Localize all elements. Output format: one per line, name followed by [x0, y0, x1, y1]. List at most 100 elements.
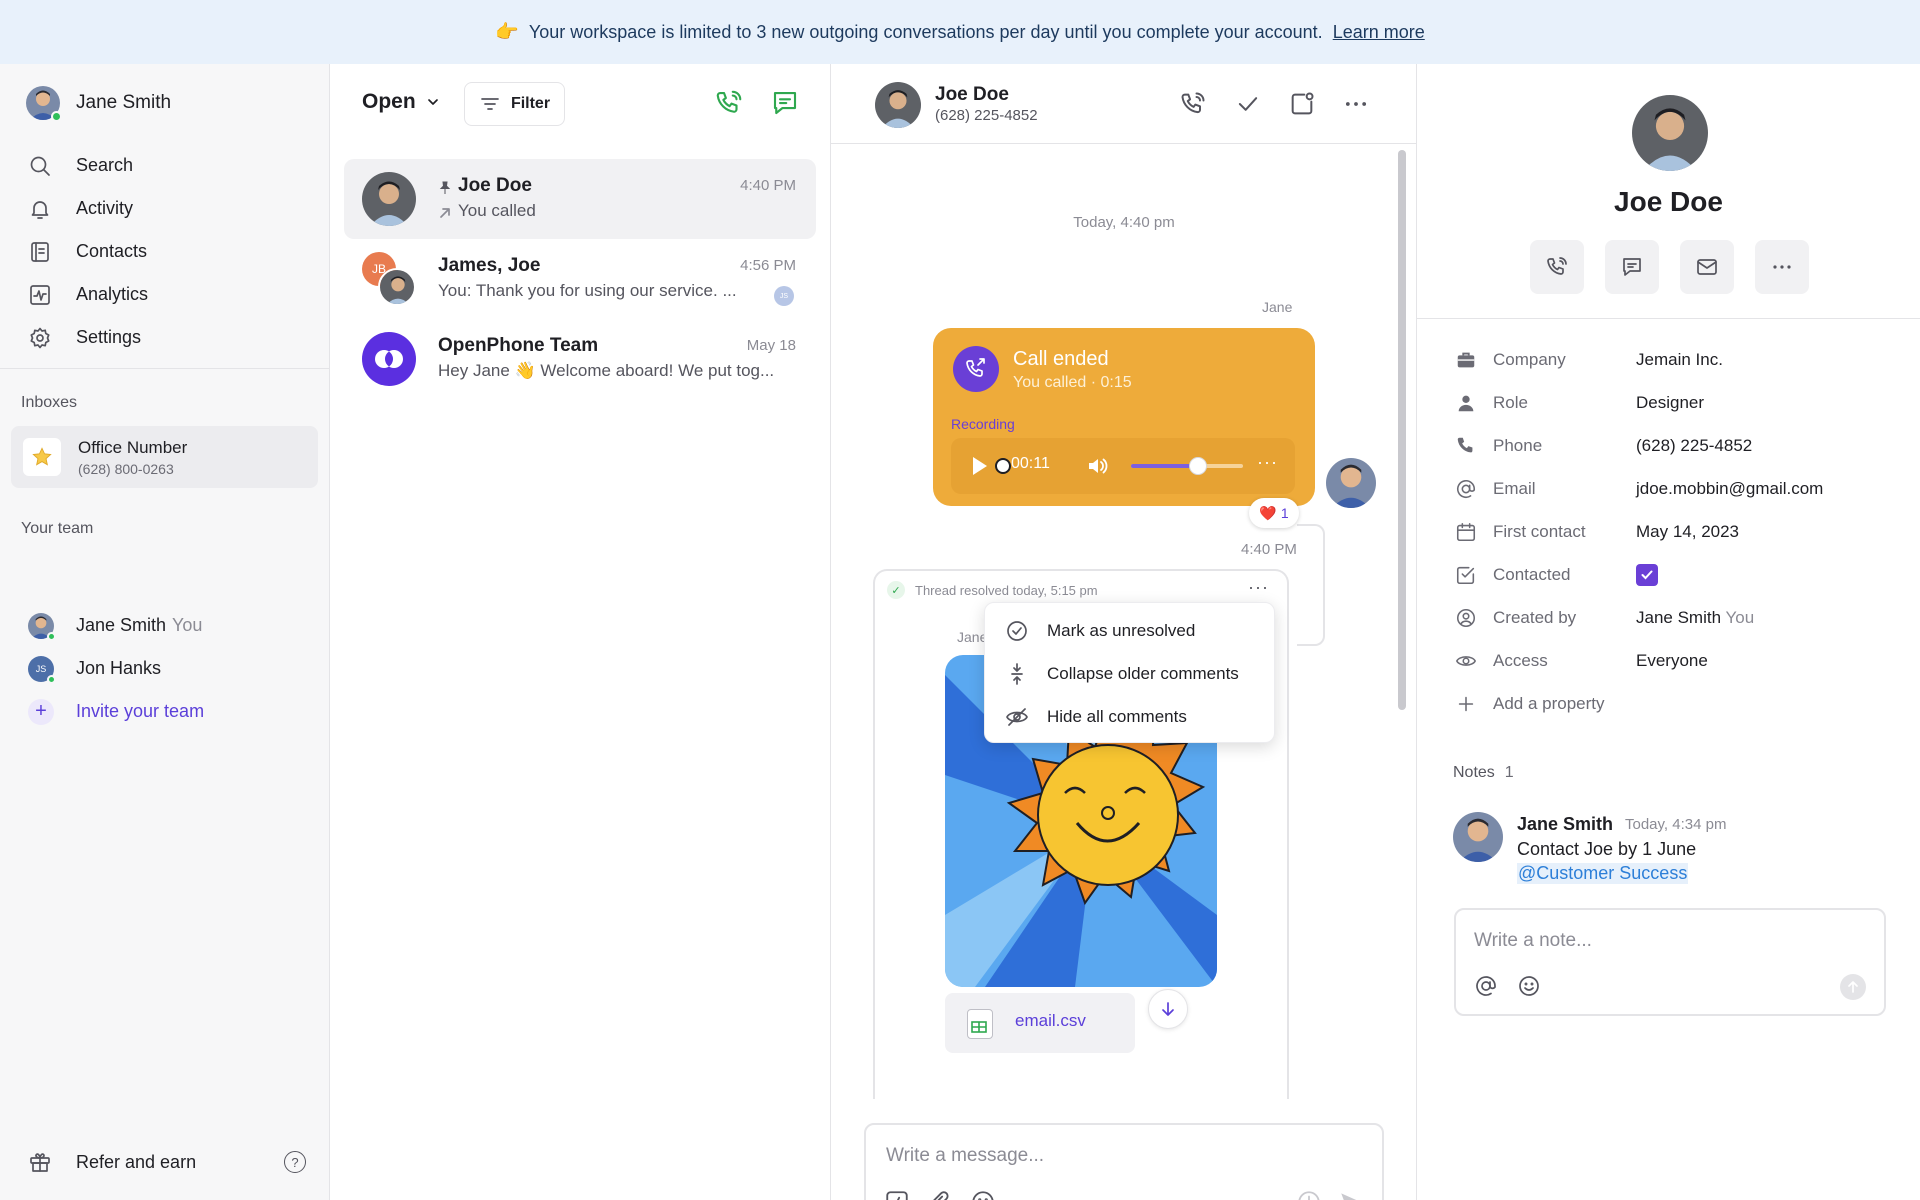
notes-header: Notes 1	[1453, 764, 1514, 782]
conversation-name: OpenPhone Team	[438, 335, 599, 356]
more-options-icon[interactable]	[1342, 90, 1370, 118]
chat-scrollbar[interactable]	[1398, 150, 1406, 710]
property-email[interactable]: Email jdoe.mobbin@gmail.com	[1455, 467, 1823, 510]
your-team-label: Your team	[21, 520, 94, 537]
day-separator: Today, 4:40 pm	[1073, 214, 1175, 231]
thread-connector	[1297, 524, 1325, 646]
filter-label: Filter	[510, 95, 551, 112]
note-input[interactable]: Write a note...	[1474, 930, 1592, 952]
resolved-check-icon: ✓	[887, 581, 905, 599]
avatar	[1453, 812, 1503, 862]
property-company[interactable]: Company Jemain Inc.	[1455, 338, 1823, 381]
sidebar-item-contacts[interactable]: Contacts	[28, 230, 148, 273]
sidebar-item-analytics[interactable]: Analytics	[28, 273, 148, 316]
avatar-initials: JS	[779, 292, 789, 300]
phone-icon	[1545, 255, 1569, 279]
note-mention[interactable]: @Customer Success	[1517, 863, 1689, 884]
refer-and-earn[interactable]: Refer and earn ?	[28, 1150, 306, 1174]
mark-unresolved-item[interactable]: Mark as unresolved	[985, 609, 1274, 652]
contact-panel: Joe Doe Company Jemain Inc. Role Designe…	[1417, 64, 1920, 1200]
volume-slider-fill	[1131, 464, 1199, 468]
call-button[interactable]	[1530, 240, 1584, 294]
property-role[interactable]: Role Designer	[1455, 381, 1823, 424]
property-access[interactable]: Access Everyone	[1455, 639, 1823, 682]
current-user[interactable]: Jane Smith	[26, 86, 171, 122]
hide-comments-item[interactable]: Hide all comments	[985, 695, 1274, 738]
snippet-icon[interactable]	[884, 1189, 910, 1200]
property-first-contact[interactable]: First contact May 14, 2023	[1455, 510, 1823, 553]
call-icon[interactable]	[1179, 90, 1207, 118]
conversation-list: Open Filter Joe Doe 4:40 PM You called J…	[330, 64, 831, 1200]
team-member-jon-hanks[interactable]: JS Jon Hanks	[28, 647, 204, 690]
sidebar-item-search[interactable]: Search	[28, 144, 148, 187]
file-attachment[interactable]: email.csv	[945, 993, 1135, 1053]
chat-bubble-icon	[1620, 255, 1644, 279]
send-icon[interactable]	[1338, 1189, 1364, 1200]
volume-knob[interactable]	[1189, 457, 1208, 475]
seek-knob[interactable]	[995, 458, 1011, 474]
property-created-by[interactable]: Created by Jane Smith You	[1455, 596, 1823, 639]
snooze-icon[interactable]	[1288, 90, 1316, 118]
more-button[interactable]	[1755, 240, 1809, 294]
emoji-icon[interactable]	[1517, 974, 1541, 998]
message-input[interactable]: Write a message...	[886, 1145, 1044, 1167]
you-tag: You	[172, 615, 203, 635]
person-icon	[1455, 392, 1477, 414]
submit-note-icon[interactable]	[1840, 974, 1866, 1000]
message-time: 4:40 PM	[1241, 541, 1297, 558]
reaction-badge[interactable]: ❤️ 1	[1249, 498, 1299, 528]
thread-more-icon[interactable]: ···	[1248, 577, 1269, 598]
scroll-down-button[interactable]	[1148, 989, 1188, 1029]
conversation-preview: You called	[458, 201, 536, 220]
reaction-count: 1	[1280, 505, 1289, 521]
pin-icon	[438, 181, 452, 195]
emoji-icon[interactable]	[970, 1189, 996, 1200]
conversation-time: 4:56 PM	[740, 257, 796, 274]
contacts-book-icon	[28, 240, 52, 264]
volume-slider[interactable]	[1131, 457, 1243, 475]
property-contacted[interactable]: Contacted	[1455, 553, 1823, 596]
mark-done-icon[interactable]	[1234, 90, 1262, 118]
play-icon[interactable]	[967, 454, 991, 478]
player-more-icon[interactable]: ···	[1257, 452, 1278, 473]
envelope-icon	[1695, 255, 1719, 279]
conversation-row[interactable]: OpenPhone Team May 18 Hey Jane 👋 Welcome…	[344, 319, 816, 399]
note-composer[interactable]: Write a note...	[1454, 908, 1886, 1016]
conversation-row[interactable]: Joe Doe 4:40 PM You called	[344, 159, 816, 239]
message-composer[interactable]: Write a message...	[864, 1123, 1384, 1200]
invite-team-button[interactable]: + Invite your team	[28, 690, 204, 733]
note-text: Contact Joe by 1 June	[1517, 839, 1697, 859]
collapse-icon	[1005, 662, 1029, 686]
schedule-icon[interactable]	[1296, 1189, 1322, 1200]
mention-icon[interactable]	[1474, 974, 1498, 998]
conversation-name: James, Joe	[438, 255, 541, 276]
outgoing-arrow-icon	[438, 206, 452, 220]
property-label: Contacted	[1493, 564, 1571, 584]
sidebar-item-settings[interactable]: Settings	[28, 316, 148, 359]
new-call-icon[interactable]	[714, 88, 744, 118]
message-button[interactable]	[1605, 240, 1659, 294]
help-icon[interactable]: ?	[284, 1151, 306, 1173]
learn-more-link[interactable]: Learn more	[1333, 22, 1425, 43]
inbox-office-number[interactable]: Office Number (628) 800-0263	[11, 426, 318, 488]
conversation-row[interactable]: JB James, Joe 4:56 PM You: Thank you for…	[344, 239, 816, 319]
sidebar-item-label: Contacts	[76, 241, 148, 261]
filter-button[interactable]: Filter	[464, 82, 565, 126]
status-dropdown[interactable]: Open	[362, 90, 440, 114]
note-time: Today, 4:34 pm	[1625, 816, 1727, 833]
volume-icon[interactable]	[1085, 454, 1109, 478]
team-member-jane-smith[interactable]: Jane Smith You	[28, 604, 204, 647]
property-phone[interactable]: Phone (628) 225-4852	[1455, 424, 1823, 467]
account-limit-banner: 👉 Your workspace is limited to 3 new out…	[0, 0, 1920, 64]
new-message-icon[interactable]	[770, 88, 800, 118]
chevron-down-icon	[426, 95, 440, 109]
property-label: Role	[1493, 392, 1528, 412]
email-button[interactable]	[1680, 240, 1734, 294]
paperclip-icon[interactable]	[927, 1189, 953, 1200]
inbox-name: Office Number	[78, 437, 188, 457]
sidebar-item-activity[interactable]: Activity	[28, 187, 148, 230]
contacted-checkbox[interactable]	[1636, 563, 1658, 586]
add-property-button[interactable]: Add a property	[1455, 682, 1823, 725]
note-author: Jane Smith	[1517, 814, 1614, 834]
collapse-comments-item[interactable]: Collapse older comments	[985, 652, 1274, 695]
